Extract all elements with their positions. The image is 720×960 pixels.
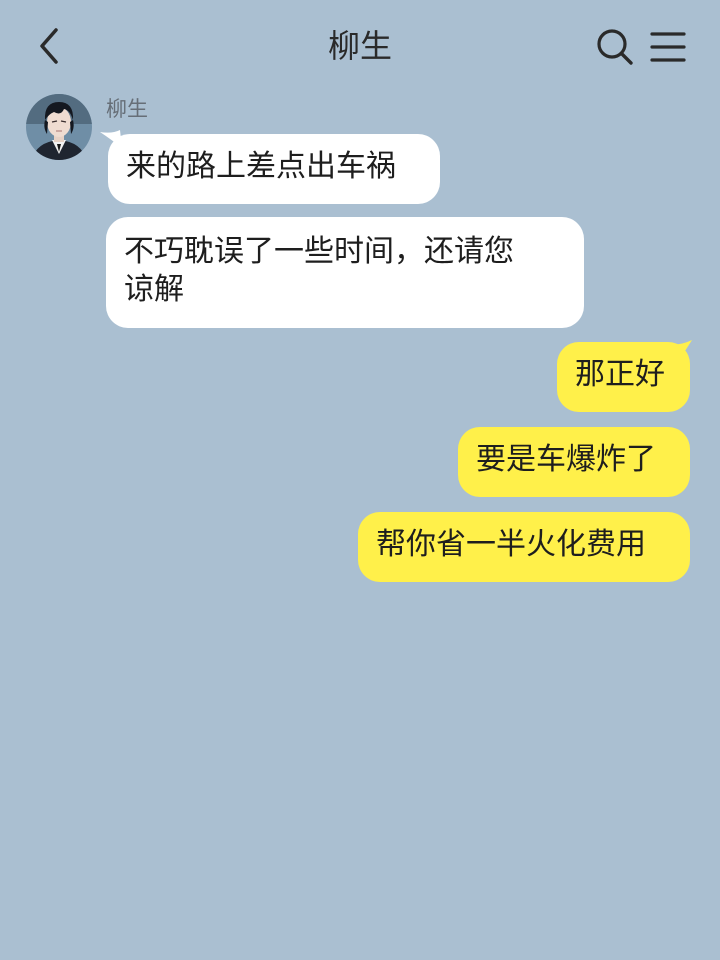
- message-text: 帮你省一半火化费用: [376, 527, 646, 562]
- message-text: 来的路上差点出车祸: [126, 149, 396, 184]
- menu-button[interactable]: [648, 28, 688, 66]
- message-bubble-incoming[interactable]: 不巧耽误了一些时间，还请您 谅解: [106, 217, 584, 328]
- sender-name: 柳生: [106, 97, 148, 121]
- search-button[interactable]: [594, 26, 636, 68]
- hamburger-menu-icon: [650, 32, 686, 62]
- message-text: 那正好: [575, 357, 665, 392]
- contact-avatar[interactable]: [26, 94, 92, 160]
- avatar-portrait-icon: [26, 94, 92, 160]
- message-text: 不巧耽误了一些时间，还请您: [124, 234, 514, 269]
- chat-header: 柳生: [0, 0, 720, 92]
- message-bubble-outgoing[interactable]: 要是车爆炸了: [458, 427, 690, 497]
- message-bubble-outgoing[interactable]: 那正好: [557, 342, 690, 412]
- message-bubble-incoming[interactable]: 来的路上差点出车祸: [108, 134, 440, 204]
- message-bubble-outgoing[interactable]: 帮你省一半火化费用: [358, 512, 690, 582]
- message-text: 谅解: [124, 272, 184, 307]
- message-text: 要是车爆炸了: [476, 442, 656, 477]
- search-icon: [597, 29, 633, 65]
